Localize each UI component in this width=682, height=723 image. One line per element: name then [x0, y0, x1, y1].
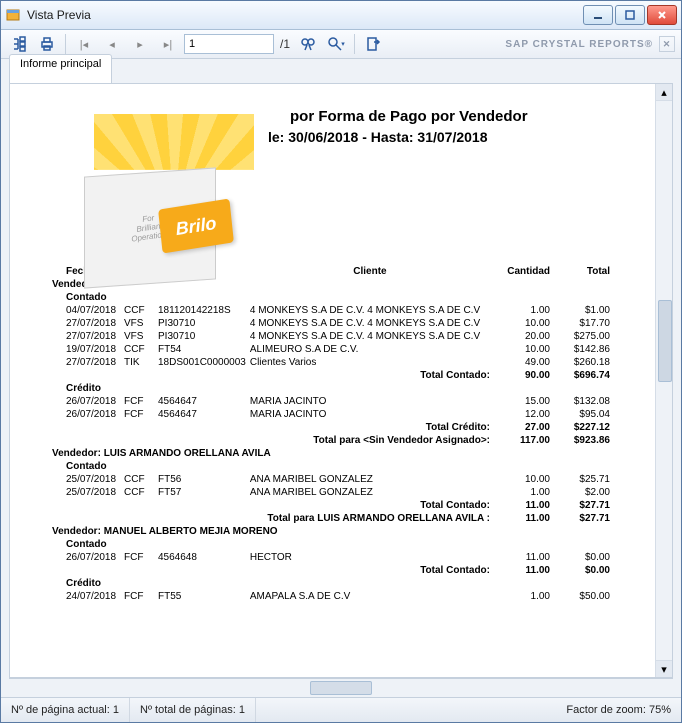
status-page-total: Nº total de páginas: 1: [130, 698, 256, 722]
data-row: 26/07/2018FCF4564647MARIA JACINTO15.00$1…: [50, 395, 612, 408]
report-logo: For Brilliant Operations Brilo: [50, 114, 260, 294]
vendor-row: Vendedor: MANUEL ALBERTO MEJIA MORENO: [50, 525, 612, 538]
report-viewer: For Brilliant Operations Brilo por Forma…: [9, 83, 673, 678]
scroll-down-button[interactable]: ▾: [656, 660, 672, 677]
minimize-button[interactable]: [583, 5, 613, 25]
section-row: Contado: [50, 538, 612, 551]
toolbar-separator: [65, 34, 66, 54]
horizontal-scrollbar[interactable]: [9, 678, 673, 697]
subtotal-row: Total Contado:11.00$27.71: [50, 499, 612, 512]
viewer-scroll[interactable]: For Brilliant Operations Brilo por Forma…: [10, 84, 672, 677]
scroll-thumb[interactable]: [658, 300, 672, 382]
data-row: 26/07/2018FCF4564648HECTOR11.00$0.00: [50, 551, 612, 564]
group-total-row: Total para <Sin Vendedor Asignado>:117.0…: [50, 434, 612, 447]
subtotal-row: Total Crédito:27.00$227.12: [50, 421, 612, 434]
export-button[interactable]: [361, 32, 385, 56]
section-row: Crédito: [50, 577, 612, 590]
subtotal-row: Total Contado:11.00$0.00: [50, 564, 612, 577]
data-row: 26/07/2018FCF4564647MARIA JACINTO12.00$9…: [50, 408, 612, 421]
maximize-button[interactable]: [615, 5, 645, 25]
scroll-up-button[interactable]: ▴: [656, 84, 672, 101]
vendor-row: Vendedor: LUIS ARMANDO ORELLANA AVILA: [50, 447, 612, 460]
window-title: Vista Previa: [27, 8, 583, 22]
data-row: 27/07/2018VFSPI307104 MONKEYS S.A DE C.V…: [50, 317, 612, 330]
hscroll-thumb[interactable]: [310, 681, 372, 695]
data-row: 27/07/2018VFSPI307104 MONKEYS S.A DE C.V…: [50, 330, 612, 343]
subtotal-row: Total Contado:90.00$696.74: [50, 369, 612, 382]
titlebar: Vista Previa: [1, 1, 681, 30]
window-buttons: [583, 5, 677, 25]
tab-main-report[interactable]: Informe principal: [9, 54, 112, 83]
toolbar-separator-2: [354, 34, 355, 54]
report-table: Fecha Tipo Num. Doc. Cliente Cantidad To…: [50, 265, 612, 603]
page-number-input[interactable]: [184, 34, 274, 54]
data-row: 24/07/2018FCFFT55AMAPALA S.A DE C.V1.00$…: [50, 590, 612, 603]
close-button[interactable]: [647, 5, 677, 25]
data-row: 27/07/2018TIK18DS001C0000003Clientes Var…: [50, 356, 612, 369]
zoom-button[interactable]: ▾: [324, 32, 348, 56]
statusbar: Nº de página actual: 1 Nº total de págin…: [1, 697, 681, 722]
col-total: Total: [552, 265, 612, 278]
brand-label: SAP CRYSTAL REPORTS®: [505, 39, 653, 50]
nav-next-button[interactable]: ▸: [128, 32, 152, 56]
col-cliente: Cliente: [248, 265, 492, 278]
group-tree-button[interactable]: [7, 32, 31, 56]
data-row: 19/07/2018CCFFT54ALIMEURO S.A DE C.V.10.…: [50, 343, 612, 356]
vertical-scrollbar[interactable]: ▴ ▾: [655, 84, 672, 677]
nav-last-button[interactable]: ▸|: [156, 32, 180, 56]
data-row: 25/07/2018CCFFT57ANA MARIBEL GONZALEZ1.0…: [50, 486, 612, 499]
app-icon: [5, 7, 21, 23]
nav-prev-button[interactable]: ◂: [100, 32, 124, 56]
tabs-row: Informe principal: [1, 59, 681, 83]
brand-close-icon[interactable]: ✕: [659, 36, 675, 52]
status-zoom: Factor de zoom: 75%: [556, 698, 681, 722]
section-row: Crédito: [50, 382, 612, 395]
report-page: For Brilliant Operations Brilo por Forma…: [22, 108, 632, 613]
status-page-current: Nº de página actual: 1: [1, 698, 130, 722]
nav-first-button[interactable]: |◂: [72, 32, 96, 56]
col-cantidad: Cantidad: [492, 265, 552, 278]
section-row: Contado: [50, 460, 612, 473]
page-total-label: /1: [278, 37, 292, 51]
data-row: 04/07/2018CCF181120142218S4 MONKEYS S.A …: [50, 304, 612, 317]
brand-block: SAP CRYSTAL REPORTS® ✕: [505, 36, 675, 52]
print-button[interactable]: [35, 32, 59, 56]
find-button[interactable]: [296, 32, 320, 56]
data-row: 25/07/2018CCFFT56ANA MARIBEL GONZALEZ10.…: [50, 473, 612, 486]
group-total-row: Total para LUIS ARMANDO ORELLANA AVILA :…: [50, 512, 612, 525]
app-window: Vista Previa |◂ ◂ ▸ ▸| /1 ▾ SAP CRYSTAL …: [0, 0, 682, 723]
